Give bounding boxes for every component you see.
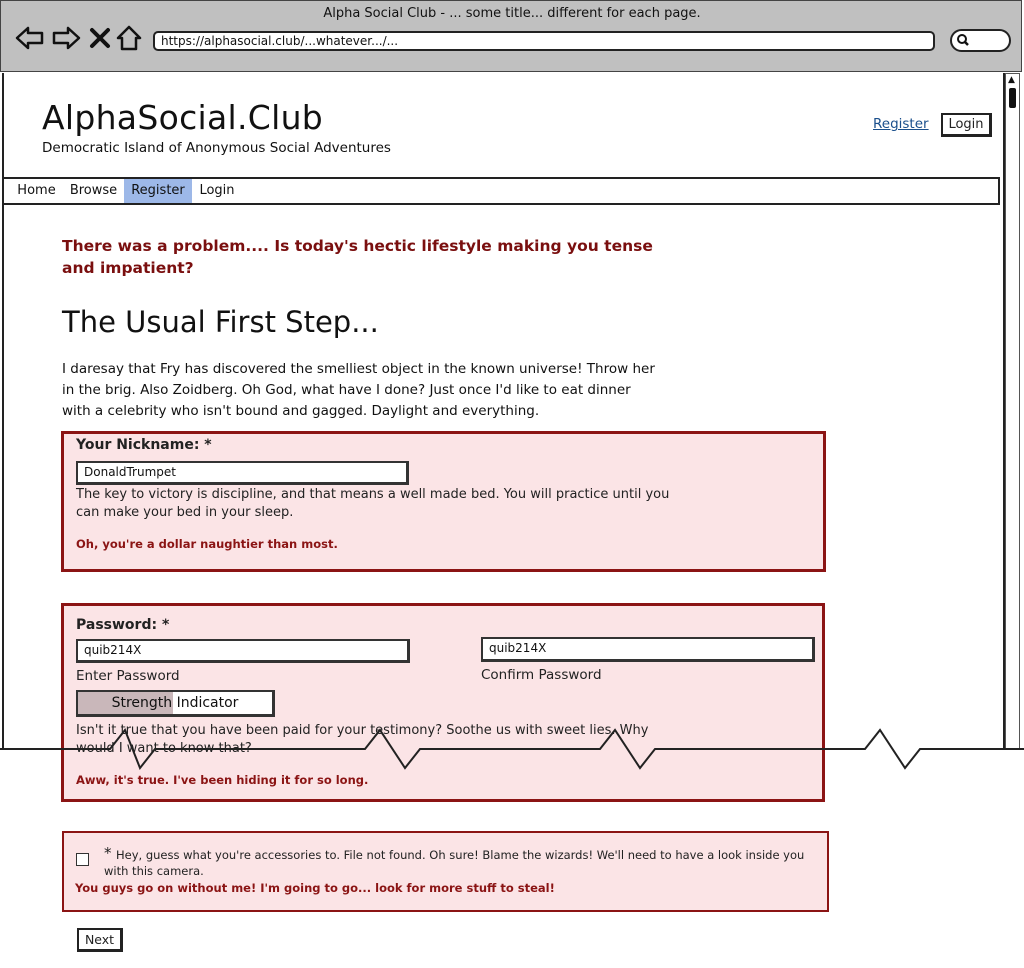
intro-text: I daresay that Fry has discovered the sm… [62, 361, 655, 419]
nickname-error: Oh, you're a dollar naughtier than most. [76, 537, 338, 551]
scrollbar[interactable]: ▲ [1005, 73, 1020, 749]
header-register-link[interactable]: Register [873, 116, 929, 132]
form-error-message: There was a problem.... Is today's hecti… [62, 237, 653, 277]
header-login-button[interactable]: Login [941, 113, 992, 137]
terms-error: You guys go on without me! I'm going to … [75, 881, 555, 895]
nickname-label: Your Nickname: * [76, 437, 212, 453]
window-title: Alpha Social Club - ... some title... di… [323, 6, 701, 21]
password-input[interactable]: quib214X [76, 639, 410, 663]
browser-search-box[interactable] [950, 29, 1011, 52]
forward-icon[interactable] [50, 22, 82, 54]
nav-item-login[interactable]: Login [194, 179, 240, 203]
nickname-input[interactable]: DonaldTrumpet [76, 461, 409, 485]
fold-tear-line [0, 728, 1024, 770]
back-icon[interactable] [14, 22, 46, 54]
confirm-password-input[interactable]: quib214X [481, 637, 815, 662]
password-error: Aww, it's true. I've been hiding it for … [76, 773, 369, 787]
site-tagline: Democratic Island of Anonymous Social Ad… [42, 140, 391, 156]
nickname-help-text: The key to victory is discipline, and th… [76, 487, 670, 520]
search-icon [956, 33, 970, 52]
terms-text: Hey, guess what you're accessories to. F… [104, 848, 805, 878]
next-button[interactable]: Next [77, 928, 123, 952]
page-heading: The Usual First Step... [62, 305, 379, 339]
password-strength-indicator: Strength Indicator [76, 690, 275, 717]
password-label: Password: * [76, 617, 170, 633]
nav-item-home[interactable]: Home [12, 179, 61, 203]
main-nav: Home Browse Register Login [2, 177, 1000, 205]
scroll-up-icon[interactable]: ▲ [1008, 75, 1015, 85]
scroll-thumb[interactable] [1009, 88, 1016, 108]
enter-password-label: Enter Password [76, 668, 180, 684]
terms-required-marker: * [104, 844, 112, 862]
confirm-password-label: Confirm Password [481, 667, 602, 683]
terms-checkbox[interactable] [76, 853, 89, 866]
strength-label: Strength Indicator [111, 695, 239, 711]
address-bar[interactable]: https://alphasocial.club/...whatever.../… [153, 31, 935, 51]
site-title: AlphaSocial.Club [42, 98, 324, 137]
nav-item-register[interactable]: Register [124, 179, 192, 203]
nav-item-browse[interactable]: Browse [65, 179, 122, 203]
home-icon[interactable] [114, 22, 144, 54]
stop-icon[interactable] [86, 22, 114, 54]
